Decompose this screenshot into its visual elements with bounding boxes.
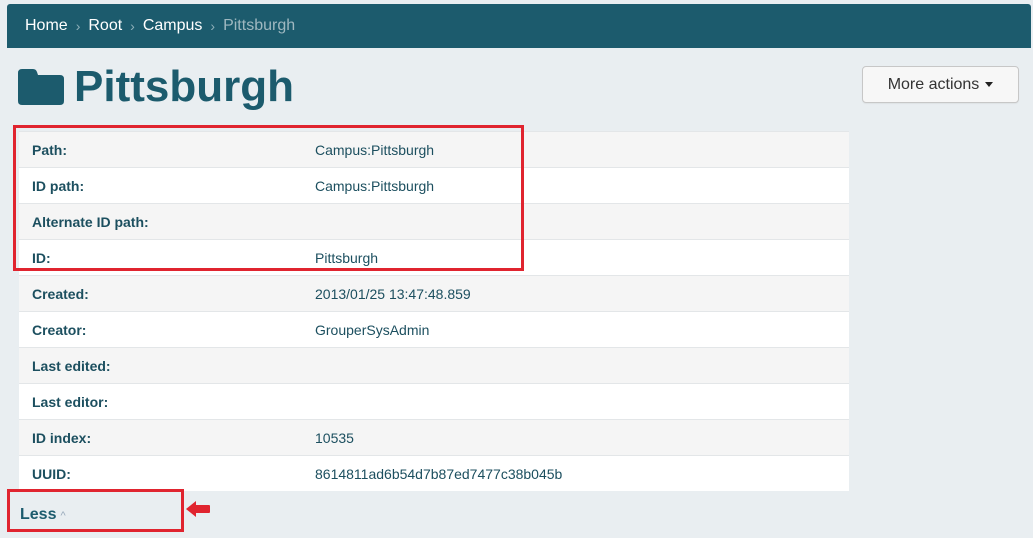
folder-icon <box>18 69 64 105</box>
detail-row: Last editor: <box>19 383 849 420</box>
detail-value: 10535 <box>315 419 849 456</box>
detail-row: Path: Campus:Pittsburgh <box>19 131 849 168</box>
detail-row: Alternate ID path: <box>19 203 849 240</box>
detail-label: Creator: <box>19 311 315 348</box>
detail-value: 2013/01/25 13:47:48.859 <box>315 275 849 312</box>
breadcrumb: Home › Root › Campus › Pittsburgh <box>7 4 1031 48</box>
page-header: Pittsburgh <box>18 62 294 112</box>
breadcrumb-campus-link[interactable]: Campus <box>143 17 203 35</box>
detail-value: 8614811ad6b54d7b87ed7477c38b045b <box>315 455 849 491</box>
caret-down-icon <box>985 82 994 87</box>
detail-value <box>315 203 849 240</box>
detail-value: Campus:Pittsburgh <box>315 167 849 204</box>
detail-row: ID path: Campus:Pittsburgh <box>19 167 849 204</box>
detail-label: ID: <box>19 239 315 276</box>
breadcrumb-home-link[interactable]: Home <box>25 17 68 35</box>
less-toggle-link[interactable]: Less ^ <box>20 506 66 524</box>
less-label: Less <box>20 506 57 523</box>
breadcrumb-separator: › <box>130 18 135 34</box>
detail-label: Last edited: <box>19 347 315 384</box>
detail-row: ID: Pittsburgh <box>19 239 849 276</box>
detail-row: UUID: 8614811ad6b54d7b87ed7477c38b045b <box>19 455 849 491</box>
detail-label: ID index: <box>19 419 315 456</box>
details-table: Path: Campus:Pittsburgh ID path: Campus:Pit… <box>19 131 849 491</box>
chevron-up-icon: ^ <box>60 510 66 522</box>
breadcrumb-root-link[interactable]: Root <box>88 17 122 35</box>
detail-row: Created: 2013/01/25 13:47:48.859 <box>19 275 849 312</box>
detail-label: Path: <box>19 131 315 168</box>
more-actions-button[interactable]: More actions <box>862 66 1019 103</box>
detail-row: ID index: 10535 <box>19 419 849 456</box>
detail-label: Alternate ID path: <box>19 203 315 240</box>
detail-row: Creator: GrouperSysAdmin <box>19 311 849 348</box>
page-title: Pittsburgh <box>74 62 294 111</box>
detail-label: ID path: <box>19 167 315 204</box>
breadcrumb-separator: › <box>210 18 216 34</box>
detail-value <box>315 347 849 384</box>
detail-label: Last editor: <box>19 383 315 420</box>
detail-value <box>315 383 849 420</box>
breadcrumb-current: Pittsburgh <box>223 17 296 34</box>
detail-value: GrouperSysAdmin <box>315 311 849 348</box>
detail-row: Last edited: <box>19 347 849 384</box>
annotation-arrow-icon <box>186 501 210 517</box>
detail-label: Created: <box>19 275 315 312</box>
breadcrumb-separator: › <box>75 18 81 34</box>
detail-value: Pittsburgh <box>315 239 849 276</box>
more-actions-label: More actions <box>887 75 980 93</box>
detail-label: UUID: <box>19 455 315 491</box>
detail-value: Campus:Pittsburgh <box>315 131 849 168</box>
